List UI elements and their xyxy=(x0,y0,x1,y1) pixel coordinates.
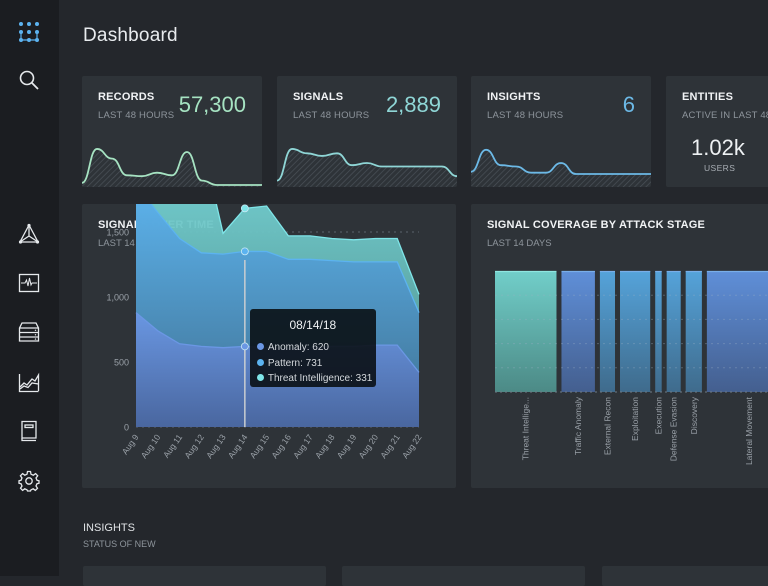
storage-stack-icon[interactable] xyxy=(17,320,41,344)
y-tick-label: 500 xyxy=(114,358,129,368)
insight-card[interactable] xyxy=(83,566,326,586)
tooltip-row-pattern: Pattern: 731 xyxy=(256,356,373,372)
tooltip-row-anomaly: Anomaly: 620 xyxy=(256,340,373,356)
x-tick-label: Aug 19 xyxy=(335,432,359,460)
entities-card[interactable]: ENTITIES ACTIVE IN LAST 48 HOURS 1.02k U… xyxy=(666,76,768,187)
signal-coverage-card: SIGNAL COVERAGE BY ATTACK STAGE LAST 14 … xyxy=(471,204,768,488)
records-subtitle: LAST 48 HOURS xyxy=(98,110,175,121)
insight-card[interactable] xyxy=(602,566,768,586)
insights-sparkline xyxy=(471,148,651,187)
signals-over-time-card: SIGNALS OVER TIME LAST 14 DAYS 05001,000… xyxy=(82,204,456,488)
insights-title: INSIGHTS xyxy=(487,91,541,103)
gear-icon[interactable] xyxy=(17,469,41,493)
anomaly-legend-dot xyxy=(256,343,264,350)
insight-card[interactable] xyxy=(342,566,585,586)
x-tick-label: Aug 22 xyxy=(400,432,424,460)
hover-point xyxy=(240,342,249,351)
bar-external-recon xyxy=(599,271,616,392)
insights-section-title: INSIGHTS xyxy=(83,522,135,534)
bar-defense-evasion xyxy=(666,271,681,392)
tooltip-row-threat: Threat Intelligence: 331 xyxy=(256,371,373,387)
x-tick-label: Aug 18 xyxy=(313,432,337,460)
entities-title: ENTITIES xyxy=(682,91,734,103)
tooltip-date: 08/14/18 xyxy=(289,318,337,332)
network-triangle-icon[interactable] xyxy=(17,222,41,246)
x-tick-label: Traffic Anomaly xyxy=(573,396,583,455)
bar-discovery xyxy=(685,271,702,392)
x-tick-label: Aug 14 xyxy=(226,432,250,460)
bar-traffic-anomaly xyxy=(561,271,595,392)
y-tick-label: 0 xyxy=(124,423,129,433)
page-title: Dashboard xyxy=(83,25,178,46)
x-tick-label: Aug 20 xyxy=(356,432,380,460)
records-sparkline xyxy=(82,148,262,187)
x-tick-label: Aug 12 xyxy=(182,432,206,460)
x-tick-label: Aug 13 xyxy=(204,432,228,460)
search-icon[interactable] xyxy=(17,68,41,92)
insights-section-subtitle: STATUS OF NEW xyxy=(83,539,156,549)
x-tick-label: Discovery xyxy=(689,396,699,434)
x-tick-label: Threat Intellige... xyxy=(521,397,531,460)
tooltip-pattern-label: Pattern: 731 xyxy=(267,357,323,369)
x-tick-label: Aug 17 xyxy=(291,432,315,460)
coverage-bar-chart[interactable]: Threat Intellige... Traffic Anomaly Extern… xyxy=(471,204,768,488)
pattern-legend-dot xyxy=(256,358,264,366)
signals-value: 2,889 xyxy=(385,92,441,117)
x-tick-label: Execution xyxy=(653,397,663,435)
y-tick-label: 1,500 xyxy=(106,228,129,238)
x-tick-label: Lateral Movement xyxy=(744,396,754,465)
bar-execution xyxy=(655,271,662,392)
x-tick-label: External Recon xyxy=(602,397,612,455)
hover-point xyxy=(240,204,249,213)
x-tick-label: Aug 9 xyxy=(120,432,141,456)
x-tick-label: Aug 21 xyxy=(378,432,402,460)
bar-lateral-movement xyxy=(706,271,768,392)
tooltip-threat-label: Threat Intelligence: 331 xyxy=(267,373,373,384)
x-tick-label: Aug 10 xyxy=(139,432,163,460)
bar-exploitation xyxy=(620,271,651,392)
area-chart-icon[interactable] xyxy=(17,370,41,394)
signals-subtitle: LAST 48 HOURS xyxy=(293,110,370,121)
activity-monitor-icon[interactable] xyxy=(17,271,41,295)
records-title: RECORDS xyxy=(98,91,155,103)
threat-legend-dot xyxy=(256,374,264,381)
x-tick-label: Defense Evasion xyxy=(669,397,679,462)
book-icon[interactable] xyxy=(17,419,41,443)
x-tick-label: Aug 11 xyxy=(161,432,184,460)
sidebar xyxy=(0,0,59,576)
signals-card[interactable]: SIGNALS LAST 48 HOURS 2,889 xyxy=(277,76,457,187)
signals-title: SIGNALS xyxy=(293,91,344,103)
x-tick-label: Aug 15 xyxy=(248,432,272,460)
bar-threat-intellige- xyxy=(495,271,557,392)
signals-sparkline xyxy=(277,148,457,187)
x-tick-label: Aug 16 xyxy=(269,432,293,460)
records-value: 57,300 xyxy=(178,92,246,117)
sparkline-area xyxy=(82,148,262,187)
entities-subtitle: ACTIVE IN LAST 48 HOURS xyxy=(682,110,768,121)
entities-value: 1.02k xyxy=(691,135,745,160)
entities-unit: USERS xyxy=(704,163,736,173)
sparkline-area xyxy=(471,149,651,187)
hover-point xyxy=(240,247,249,256)
chart-tooltip: 08/14/18 Anomaly: 620 Pattern: 731 Threa… xyxy=(249,309,376,387)
insights-subtitle: LAST 48 HOURS xyxy=(487,110,564,121)
insights-value: 6 xyxy=(622,92,635,117)
tooltip-anomaly-label: Anomaly: 620 xyxy=(267,342,329,353)
insights-card[interactable]: INSIGHTS LAST 48 HOURS 6 xyxy=(471,76,651,187)
apps-grid-icon[interactable] xyxy=(17,20,41,44)
records-card[interactable]: RECORDS LAST 48 HOURS 57,300 xyxy=(82,76,262,187)
x-tick-label: Exploitation xyxy=(630,397,640,441)
sparkline-area xyxy=(277,148,457,187)
y-tick-label: 1,000 xyxy=(106,293,129,303)
